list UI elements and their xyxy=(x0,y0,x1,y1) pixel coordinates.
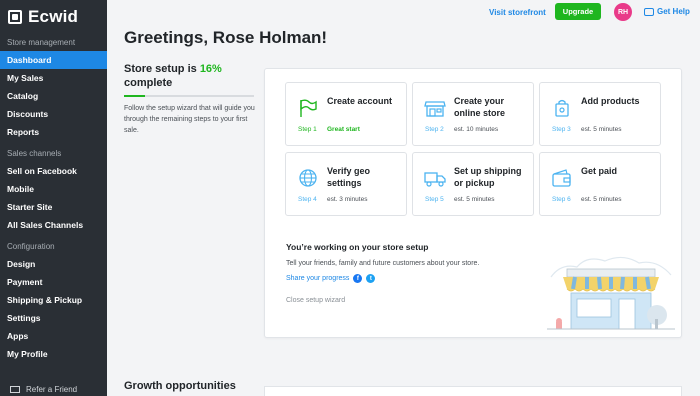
sidebar-item-apps[interactable]: Apps xyxy=(0,327,107,345)
working-description: Tell your friends, family and future cus… xyxy=(286,260,480,267)
task-title: Verify geo settings xyxy=(327,166,371,188)
task-step: Step 3 xyxy=(552,126,571,133)
growth-opportunities-card xyxy=(264,386,682,396)
task-title: Set up shipping or pickup xyxy=(454,166,522,188)
setup-title: Store setup is 16% complete xyxy=(124,62,256,90)
sidebar-item-my-sales[interactable]: My Sales xyxy=(0,69,107,87)
task-estimate: est. 5 minutes xyxy=(454,196,495,203)
growth-opportunities-title: Growth opportunities xyxy=(124,380,236,392)
envelope-icon xyxy=(10,385,20,393)
task-create-account[interactable]: Create account Step 1 Great start xyxy=(285,82,407,146)
sidebar-item-shipping-pickup[interactable]: Shipping & Pickup xyxy=(0,291,107,309)
setup-progress-bar xyxy=(124,95,254,97)
task-add-products[interactable]: Add products Step 3 est. 5 minutes xyxy=(539,82,661,146)
globe-icon xyxy=(299,169,317,187)
sidebar-section-store-management: Store management xyxy=(7,38,76,47)
ecwid-logo[interactable]: Ecwid xyxy=(0,0,107,34)
chat-icon xyxy=(644,7,654,16)
task-title: Create account xyxy=(327,96,393,106)
sidebar-item-dashboard[interactable]: Dashboard xyxy=(0,51,107,69)
setup-description: Follow the setup wizard that will guide … xyxy=(124,105,255,134)
flag-icon xyxy=(300,99,317,117)
task-estimate: est. 5 minutes xyxy=(581,196,622,203)
sidebar: Ecwid Store management Dashboard My Sale… xyxy=(0,0,107,396)
storefront-icon xyxy=(424,101,446,117)
sidebar-item-payment[interactable]: Payment xyxy=(0,273,107,291)
sidebar-item-sell-on-facebook[interactable]: Sell on Facebook xyxy=(0,162,107,180)
visit-storefront-link[interactable]: Visit storefront xyxy=(489,8,546,17)
setup-summary: Store setup is 16% complete Follow the s… xyxy=(124,62,256,136)
task-step: Step 2 xyxy=(425,126,444,133)
setup-progress-fill xyxy=(124,95,145,97)
sidebar-item-design[interactable]: Design xyxy=(0,255,107,273)
sidebar-section-configuration: Configuration xyxy=(7,242,55,251)
truck-icon xyxy=(424,172,446,187)
sidebar-item-mobile[interactable]: Mobile xyxy=(0,180,107,198)
task-verify-geo-settings[interactable]: Verify geo settings Step 4 est. 3 minute… xyxy=(285,152,407,216)
sidebar-item-reports[interactable]: Reports xyxy=(0,123,107,141)
task-estimate: est. 10 minutes xyxy=(454,126,499,133)
task-estimate: est. 3 minutes xyxy=(327,196,368,203)
task-title: Add products xyxy=(581,96,640,106)
sidebar-item-catalog[interactable]: Catalog xyxy=(0,87,107,105)
setup-percent: 16% xyxy=(199,63,222,75)
task-title: Create your online store xyxy=(454,96,506,118)
setup-title-suffix: complete xyxy=(124,77,173,89)
get-help-link[interactable]: Get Help xyxy=(644,7,690,16)
setup-wizard-card: Create account Step 1 Great start Create… xyxy=(264,68,682,338)
shopping-bag-icon xyxy=(555,99,569,117)
task-estimate: Great start xyxy=(327,126,360,133)
task-step: Step 5 xyxy=(425,196,444,203)
sidebar-section-sales-channels: Sales channels xyxy=(7,149,62,158)
share-progress-link[interactable]: Share your progress xyxy=(286,275,349,282)
page-title: Greetings, Rose Holman! xyxy=(124,28,328,47)
upgrade-button[interactable]: Upgrade xyxy=(555,3,601,20)
task-title: Get paid xyxy=(581,166,618,176)
refer-a-friend-link[interactable]: Refer a Friend xyxy=(0,382,107,396)
sidebar-item-my-profile[interactable]: My Profile xyxy=(0,345,107,363)
get-help-label: Get Help xyxy=(657,7,690,16)
setup-title-prefix: Store setup is xyxy=(124,63,197,75)
top-bar: Visit storefront Upgrade RH Get Help xyxy=(107,0,700,22)
task-step: Step 4 xyxy=(298,196,317,203)
task-create-online-store[interactable]: Create your online store Step 2 est. 10 … xyxy=(412,82,534,146)
sidebar-item-settings[interactable]: Settings xyxy=(0,309,107,327)
sidebar-item-starter-site[interactable]: Starter Site xyxy=(0,198,107,216)
task-estimate: est. 5 minutes xyxy=(581,126,622,133)
refer-a-friend-label: Refer a Friend xyxy=(26,384,78,394)
close-setup-wizard-link[interactable]: Close setup wizard xyxy=(286,297,345,304)
twitter-icon[interactable]: t xyxy=(366,274,376,283)
task-set-up-shipping[interactable]: Set up shipping or pickup Step 5 est. 5 … xyxy=(412,152,534,216)
task-get-paid[interactable]: Get paid Step 6 est. 5 minutes xyxy=(539,152,661,216)
sidebar-item-discounts[interactable]: Discounts xyxy=(0,105,107,123)
storefront-illustration xyxy=(547,256,675,330)
task-step: Step 6 xyxy=(552,196,571,203)
logo-text: Ecwid xyxy=(28,7,79,26)
sidebar-item-all-sales-channels[interactable]: All Sales Channels xyxy=(0,216,107,234)
share-progress: Share your progress f t xyxy=(286,274,376,283)
task-step: Step 1 xyxy=(298,126,317,133)
facebook-icon[interactable]: f xyxy=(353,274,363,283)
working-title: You’re working on your store setup xyxy=(286,242,429,252)
avatar[interactable]: RH xyxy=(614,3,632,21)
wallet-icon xyxy=(552,169,571,187)
ecwid-logo-icon xyxy=(8,10,22,24)
